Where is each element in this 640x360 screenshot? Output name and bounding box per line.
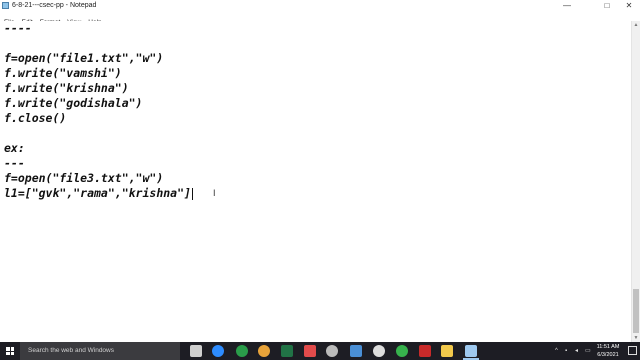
- close-button[interactable]: ✕: [618, 0, 640, 11]
- editor-line: f.write("vamshi"): [4, 66, 122, 80]
- maximize-button[interactable]: □: [596, 0, 618, 11]
- snipping-icon[interactable]: [304, 345, 316, 357]
- chrome-app-icon[interactable]: [236, 345, 248, 357]
- volume-icon[interactable]: ◂: [575, 342, 578, 360]
- editor-line: f.write("krishna"): [4, 81, 129, 95]
- menu-bar: FileEditFormatViewHelp: [0, 11, 640, 26]
- taskbar-search-box[interactable]: Search the web and Windows: [20, 342, 180, 360]
- clock-date: 6/3/2021: [597, 352, 619, 358]
- editor-line-current: l1=["gvk","rama","krishna"]: [4, 186, 193, 201]
- zoom-icon[interactable]: [212, 345, 224, 357]
- editor-line: f.close(): [4, 111, 67, 125]
- scroll-up-icon[interactable]: ▲: [632, 21, 640, 29]
- network-icon[interactable]: ▪: [565, 342, 567, 360]
- clock-time: 11:51 AM: [596, 344, 620, 350]
- vertical-scrollbar[interactable]: ▲ ▼: [631, 21, 640, 342]
- app-v-icon[interactable]: [373, 345, 385, 357]
- taskbar-clock[interactable]: 11:51 AM 6/3/2021: [592, 343, 624, 359]
- title-bar: 6-8-21---csec-pp - Notepad — □ ✕: [0, 0, 640, 11]
- scroll-down-icon[interactable]: ▼: [632, 334, 640, 342]
- window-title: 6-8-21---csec-pp - Notepad: [12, 2, 97, 9]
- editor-line: f=open("file1.txt","w"): [4, 51, 164, 65]
- keyboard-icon[interactable]: ▭: [585, 342, 591, 360]
- editor-line: f=open("file3.txt","w"): [4, 171, 164, 185]
- app-circle-icon[interactable]: [396, 345, 408, 357]
- file-explorer-icon[interactable]: [441, 345, 453, 357]
- start-button[interactable]: [0, 342, 20, 360]
- task-view-icon[interactable]: [190, 345, 202, 357]
- excel-icon[interactable]: [281, 345, 293, 357]
- editor-line: f.write("godishala"): [4, 96, 143, 110]
- settings-icon[interactable]: [326, 345, 338, 357]
- taskbar: Search the web and Windows ^ ▪ ◂ ▭ 11:51…: [0, 342, 640, 360]
- windows-logo-icon: [6, 347, 14, 355]
- scrollbar-thumb[interactable]: [633, 289, 639, 333]
- editor-line: ----: [4, 21, 32, 35]
- notepad-app-icon: [2, 2, 9, 9]
- text-caret: [191, 187, 193, 200]
- editor-line-text: l1=["gvk","rama","krishna"]: [4, 186, 191, 200]
- ibeam-cursor-icon: I: [213, 188, 216, 198]
- editor-line: ---: [4, 156, 25, 170]
- search-placeholder: Search the web and Windows: [28, 347, 114, 354]
- chrome-icon[interactable]: [258, 345, 270, 357]
- text-editor[interactable]: ---- f=open("file1.txt","w") f.write("va…: [0, 21, 631, 342]
- app-pdf-icon[interactable]: [419, 345, 431, 357]
- minimize-button[interactable]: —: [556, 0, 578, 11]
- notifications-icon[interactable]: [628, 346, 637, 355]
- tray-chevron-icon[interactable]: ^: [555, 342, 558, 360]
- store-icon[interactable]: [350, 345, 362, 357]
- notepad-icon[interactable]: [465, 345, 477, 357]
- editor-line: ex:: [4, 141, 25, 155]
